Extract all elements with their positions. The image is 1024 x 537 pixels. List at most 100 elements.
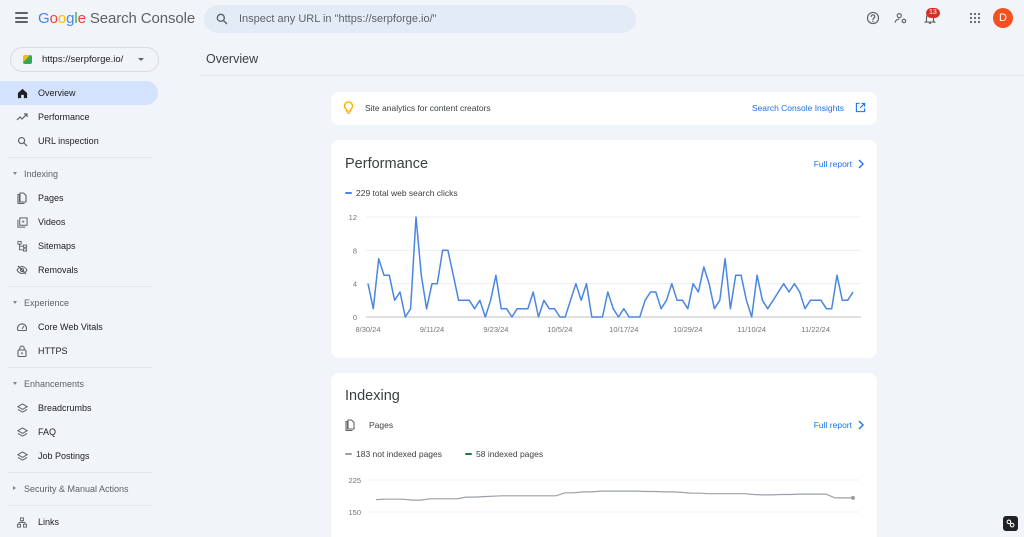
indexing-full-report-link[interactable]: Full report xyxy=(814,420,852,430)
apps-grid-icon[interactable] xyxy=(966,9,984,27)
sidebar-item-label: HTTPS xyxy=(38,346,68,356)
notification-count-badge: 13 xyxy=(926,8,940,18)
search-input[interactable] xyxy=(239,13,619,25)
sidebar-section-label: Security & Manual Actions xyxy=(24,484,129,494)
link-icon xyxy=(1006,519,1015,528)
home-icon xyxy=(16,87,28,99)
dropdown-caret-icon xyxy=(138,58,144,61)
sidebar-item-faq[interactable]: FAQ xyxy=(0,420,160,444)
chevron-right-icon[interactable] xyxy=(858,420,864,430)
x-tick-label: 10/29/24 xyxy=(673,325,702,334)
performance-full-report-link[interactable]: Full report xyxy=(814,159,852,169)
not-indexed-series-line xyxy=(375,490,853,501)
sidebar-item-breadcrumbs[interactable]: Breadcrumbs xyxy=(0,396,160,420)
y-tick-label: 12 xyxy=(349,213,357,222)
logo-letter: G xyxy=(38,10,50,27)
performance-title: Performance xyxy=(345,156,429,172)
sidebar-item-overview[interactable]: Overview xyxy=(0,81,158,105)
sidebar-item-removals[interactable]: Removals xyxy=(0,258,160,282)
clicks-series-line xyxy=(367,216,854,318)
sidebar-item-performance[interactable]: Performance xyxy=(0,105,160,129)
y-tick-label: 150 xyxy=(348,508,361,517)
pages-row: Pages xyxy=(345,419,393,431)
sidebar-item-label: Performance xyxy=(38,112,90,122)
extension-link-button[interactable] xyxy=(1003,516,1018,531)
property-selector[interactable]: https://serpforge.io/ xyxy=(10,47,159,72)
x-tick-label: 8/30/24 xyxy=(355,325,380,334)
layers-icon xyxy=(16,402,28,414)
sidebar-section-security-manual-actions[interactable]: Security & Manual Actions xyxy=(0,477,160,501)
top-bar: GoogleSearch Console 13 D xyxy=(0,0,1024,40)
sidebar-item-label: Breadcrumbs xyxy=(38,403,92,413)
sidebar-item-pages[interactable]: Pages xyxy=(0,186,160,210)
video-icon xyxy=(16,216,28,228)
sidebar-item-videos[interactable]: Videos xyxy=(0,210,160,234)
performance-legend[interactable]: 229 total web search clicks xyxy=(345,188,458,198)
sidebar-nav: Overview Performance URL inspection Indexin… xyxy=(0,81,160,534)
sidebar-divider xyxy=(8,505,152,506)
indexed-legend[interactable]: 58 indexed pages xyxy=(465,449,543,459)
property-url: https://serpforge.io/ xyxy=(42,54,124,65)
search-icon xyxy=(216,13,228,25)
trending-icon xyxy=(16,111,28,123)
not-indexed-legend-label: 183 not indexed pages xyxy=(356,449,443,459)
sidebar-divider xyxy=(8,367,152,368)
x-tick-label: 11/22/24 xyxy=(801,325,830,334)
sidebar-item-sitemaps[interactable]: Sitemaps xyxy=(0,234,160,258)
y-tick-label: 4 xyxy=(353,280,357,289)
open-in-new-icon[interactable] xyxy=(855,102,866,113)
indexed-legend-label: 58 indexed pages xyxy=(476,449,544,459)
account-avatar[interactable]: D xyxy=(993,8,1013,28)
performance-chart[interactable]: 0 4 8 12 8/30/24 9/11/24 9/23/24 10/5/24 10/17/2… xyxy=(331,200,877,340)
eye-off-icon xyxy=(16,264,28,276)
gauge-icon xyxy=(16,321,28,333)
chevron-right-icon[interactable] xyxy=(858,159,864,169)
search-console-insights-link[interactable]: Search Console Insights xyxy=(752,103,844,113)
sidebar-item-label: Removals xyxy=(38,265,79,275)
sidebar-divider xyxy=(8,472,152,473)
indexing-card: Indexing Pages Full report 183 not index… xyxy=(331,373,877,537)
performance-card: Performance Full report 229 total web se… xyxy=(331,140,877,358)
layers-icon xyxy=(16,450,28,462)
sidebar-item-label: Links xyxy=(38,517,60,527)
product-name: Search Console xyxy=(89,10,196,27)
search-console-settings-icon[interactable] xyxy=(892,9,910,27)
sidebar-item-label: Sitemaps xyxy=(38,241,76,251)
logo-letter: o xyxy=(49,10,58,27)
sidebar-item-label: FAQ xyxy=(38,427,57,437)
sidebar-section-label: Indexing xyxy=(24,169,59,179)
sidebar-item-url-inspection[interactable]: URL inspection xyxy=(0,129,160,153)
insights-banner: Site analytics for content creators Sear… xyxy=(331,92,877,125)
lightbulb-icon xyxy=(343,101,354,114)
x-tick-label: 11/10/24 xyxy=(737,325,766,334)
not-indexed-legend[interactable]: 183 not indexed pages xyxy=(345,449,442,459)
logo-letter: o xyxy=(57,10,67,27)
not-indexed-last-point xyxy=(851,495,855,500)
sidebar-item-label: Core Web Vitals xyxy=(38,322,103,332)
y-tick-label: 0 xyxy=(353,313,357,322)
url-inspection-search[interactable] xyxy=(204,5,636,33)
sidebar-item-label: Pages xyxy=(38,193,64,203)
sidebar-section-indexing[interactable]: Indexing xyxy=(0,162,160,186)
indexing-chart[interactable]: 150 225 xyxy=(331,471,877,531)
pages-label: Pages xyxy=(369,420,394,430)
sidebar-section-experience[interactable]: Experience xyxy=(0,291,160,315)
sidebar-item-job-postings[interactable]: Job Postings xyxy=(0,444,160,468)
sidebar-item-label: Job Postings xyxy=(38,451,90,461)
sidebar-item-core-web-vitals[interactable]: Core Web Vitals xyxy=(0,315,160,339)
google-search-console-logo[interactable]: Google Search Console xyxy=(38,10,195,27)
help-icon[interactable] xyxy=(864,9,882,27)
links-icon xyxy=(16,516,28,528)
main-menu-icon[interactable] xyxy=(15,12,28,23)
sidebar-divider xyxy=(8,157,152,158)
logo-letter: e xyxy=(77,10,86,27)
sidebar-item-https[interactable]: HTTPS xyxy=(0,339,160,363)
sidebar-section-enhancements[interactable]: Enhancements xyxy=(0,372,160,396)
pages-icon xyxy=(16,192,28,204)
search-icon xyxy=(16,135,28,147)
caret-right-icon xyxy=(13,486,16,490)
x-tick-label: 9/11/24 xyxy=(420,325,444,334)
sidebar-section-label: Enhancements xyxy=(24,379,85,389)
y-tick-label: 225 xyxy=(348,476,361,485)
sidebar-item-links[interactable]: Links xyxy=(0,510,160,534)
